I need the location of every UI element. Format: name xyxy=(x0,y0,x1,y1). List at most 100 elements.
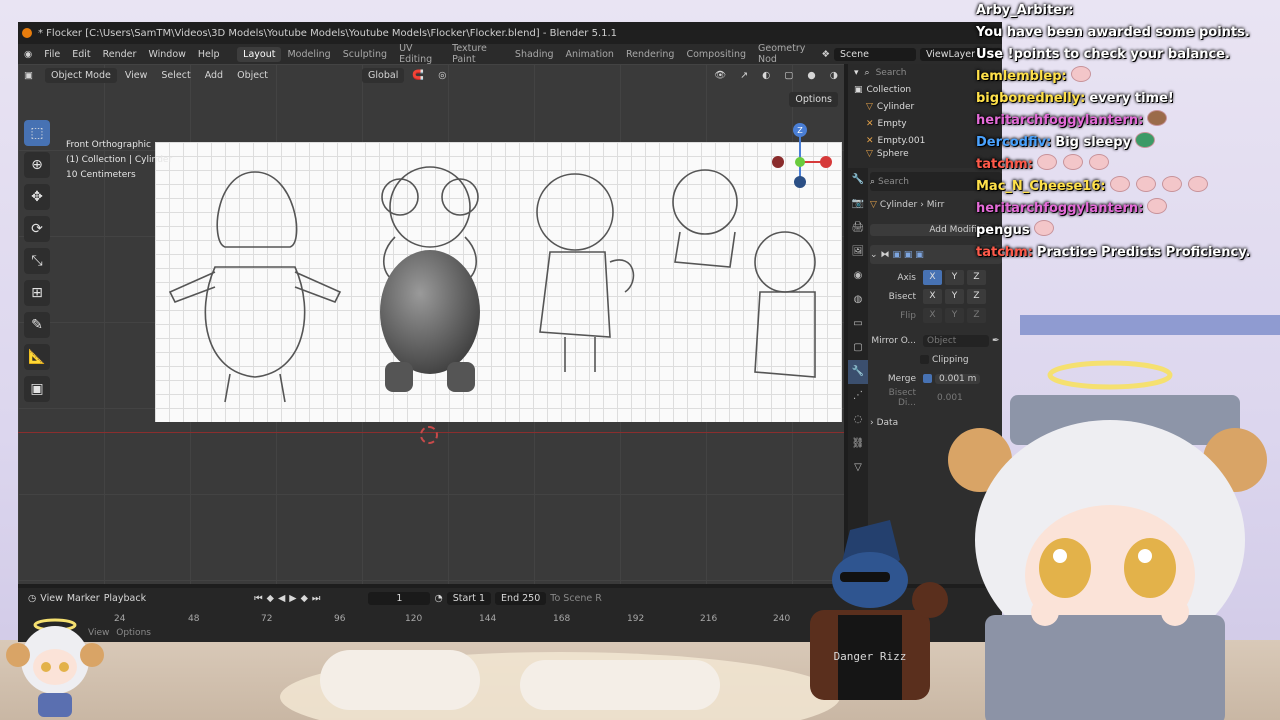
tab-modeling[interactable]: Modeling xyxy=(281,47,336,62)
axis-x-toggle[interactable]: X xyxy=(923,270,942,285)
3d-viewport[interactable]: ▣ Object Mode View Select Add Object Glo… xyxy=(18,64,844,584)
bisect-x-toggle[interactable]: X xyxy=(923,289,942,304)
stopwatch-icon[interactable]: ◔ xyxy=(434,593,442,604)
blender-logo-icon xyxy=(22,28,32,38)
filter-icon[interactable]: ▾ xyxy=(854,68,859,78)
scene-selector[interactable]: Scene xyxy=(834,47,916,61)
prev-keyframe-icon[interactable]: ◆ xyxy=(267,593,274,604)
menu-object[interactable]: Object xyxy=(231,70,274,81)
bisect-row: Bisect X Y Z xyxy=(870,287,1002,306)
object-mode-dropdown[interactable]: Object Mode xyxy=(44,67,117,83)
outliner-search[interactable]: Search xyxy=(876,68,907,78)
annotate-icon[interactable]: ✎ xyxy=(24,312,50,338)
start-frame-field[interactable]: Start 1 xyxy=(446,591,492,605)
visibility-icon[interactable]: 👁 xyxy=(708,70,732,81)
menu-view[interactable]: View xyxy=(40,593,63,604)
menu-edit[interactable]: Edit xyxy=(66,49,96,60)
clock-icon[interactable]: ◷ xyxy=(18,593,36,604)
bisect-y-toggle[interactable]: Y xyxy=(945,289,964,304)
clipping-checkbox[interactable] xyxy=(920,355,929,364)
next-keyframe-icon[interactable]: ◆ xyxy=(301,593,308,604)
cursor-icon[interactable]: ⊕ xyxy=(24,152,50,178)
tab-sculpting[interactable]: Sculpting xyxy=(337,47,393,62)
transform-orientation-dropdown[interactable]: Global xyxy=(362,67,405,83)
jump-end-icon[interactable]: ⏭ xyxy=(312,593,321,604)
tab-shading[interactable]: Shading xyxy=(509,47,560,62)
tool-tab-icon[interactable]: 🔧 xyxy=(848,168,868,192)
bisect-z-toggle[interactable]: Z xyxy=(967,289,986,304)
axis-y-toggle[interactable]: Y xyxy=(945,270,964,285)
output-tab-icon[interactable]: 🖨 xyxy=(848,216,868,240)
axis-z-toggle[interactable]: Z xyxy=(967,270,986,285)
object-tab-icon[interactable]: ▢ xyxy=(848,336,868,360)
select-box-icon[interactable]: ⬚ xyxy=(24,120,50,146)
menu-select[interactable]: Select xyxy=(155,70,196,81)
menu-view[interactable]: View xyxy=(119,70,154,81)
move-icon[interactable]: ✥ xyxy=(24,184,50,210)
transform-icon[interactable]: ⊞ xyxy=(24,280,50,306)
view-layer-tab-icon[interactable]: 🖼 xyxy=(848,240,868,264)
play-reverse-icon[interactable]: ◀ xyxy=(278,593,285,604)
proportional-edit-icon[interactable]: ◎ xyxy=(432,70,452,81)
play-icon[interactable]: ▶ xyxy=(289,593,296,604)
menu-render[interactable]: Render xyxy=(97,49,143,60)
shading-solid-icon[interactable]: ● xyxy=(801,70,821,81)
physics-tab-icon[interactable]: ◌ xyxy=(848,408,868,432)
tab-animation[interactable]: Animation xyxy=(560,47,620,62)
flip-x-toggle[interactable]: X xyxy=(923,308,942,323)
mirror-object-field[interactable]: Object xyxy=(923,334,989,347)
chat-message: lemlemblep: xyxy=(976,66,1276,88)
menu-window[interactable]: Window xyxy=(142,49,191,60)
jump-start-icon[interactable]: ⏮ xyxy=(254,593,263,604)
measure-icon[interactable]: 📐 xyxy=(24,344,50,370)
navigation-gizmo[interactable]: Z xyxy=(770,120,834,190)
tab-layout[interactable]: Layout xyxy=(237,46,282,62)
editor-type-icon[interactable]: ▣ xyxy=(18,70,39,81)
collection-tab-icon[interactable]: ▭ xyxy=(848,312,868,336)
emote-icon xyxy=(1147,110,1168,126)
3d-cursor-icon[interactable] xyxy=(420,426,438,444)
render-tab-icon[interactable]: 📷 xyxy=(848,192,868,216)
menu-help[interactable]: Help xyxy=(192,49,226,60)
flip-z-toggle[interactable]: Z xyxy=(967,308,986,323)
shading-material-icon[interactable]: ◑ xyxy=(824,70,844,81)
end-frame-field[interactable]: End 250 xyxy=(495,591,547,605)
tab-rendering[interactable]: Rendering xyxy=(620,47,681,62)
current-frame-field[interactable]: 1 xyxy=(368,591,431,605)
to-scene-button[interactable]: To Scene R xyxy=(550,593,602,604)
chat-message: tatchm: Practice Predicts Proficiency. xyxy=(976,242,1276,264)
search-icon: ⌕ xyxy=(870,176,876,187)
menu-playback[interactable]: Playback xyxy=(104,593,146,604)
add-modifier-button[interactable]: Add Modifier xyxy=(870,223,992,236)
modifier-tab-icon[interactable]: 🔧 xyxy=(848,360,868,384)
flip-y-toggle[interactable]: Y xyxy=(945,308,964,323)
snap-icon[interactable]: 🧲 xyxy=(406,70,430,81)
frame-tick: 144 xyxy=(479,614,497,624)
xray-icon[interactable]: ▢ xyxy=(778,70,799,81)
eyedropper-icon[interactable]: ✒ xyxy=(992,336,1000,346)
emote-icon xyxy=(1147,198,1168,214)
emote-icon xyxy=(1033,220,1054,236)
tab-compositing[interactable]: Compositing xyxy=(680,47,752,62)
blender-menu-icon[interactable]: ◉ xyxy=(18,49,38,60)
constraints-tab-icon[interactable]: ⛓ xyxy=(848,432,868,456)
properties-search[interactable]: Search xyxy=(878,177,909,187)
menu-file[interactable]: File xyxy=(38,49,66,60)
gizmo-toggle-icon[interactable]: ↗ xyxy=(734,70,754,81)
menu-marker[interactable]: Marker xyxy=(67,593,100,604)
options-button[interactable]: Options xyxy=(789,92,838,107)
expand-chevron-icon[interactable]: ⌄ xyxy=(870,250,878,260)
scale-icon[interactable]: ⤡ xyxy=(24,248,50,274)
particles-tab-icon[interactable]: ⋰ xyxy=(848,384,868,408)
rotate-icon[interactable]: ⟳ xyxy=(24,216,50,242)
scene-tab-icon[interactable]: ◉ xyxy=(848,264,868,288)
emote-icon xyxy=(1036,154,1057,170)
data-tab-icon[interactable]: ▽ xyxy=(848,456,868,480)
add-cube-icon[interactable]: ▣ xyxy=(24,376,50,402)
menu-add[interactable]: Add xyxy=(199,70,229,81)
merge-checkbox[interactable] xyxy=(923,374,932,383)
modifier-toggles[interactable]: ▣ ▣ ▣ xyxy=(893,250,924,260)
overlay-icon[interactable]: ◐ xyxy=(756,70,776,81)
world-tab-icon[interactable]: ◍ xyxy=(848,288,868,312)
tool-shelf: ⬚ ⊕ ✥ ⟳ ⤡ ⊞ ✎ 📐 ▣ xyxy=(24,120,54,402)
